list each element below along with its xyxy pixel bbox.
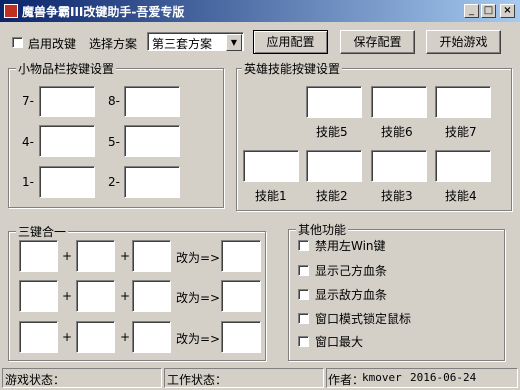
hero-skill-label: 技能6 xyxy=(381,125,413,139)
item-slot-input[interactable] xyxy=(124,166,180,198)
enable-remap-checkbox[interactable] xyxy=(12,37,23,48)
item-slot-input[interactable] xyxy=(39,166,95,198)
change-to-label: 改为=> xyxy=(176,291,221,305)
hero-skill-input[interactable] xyxy=(435,150,491,182)
hero-skill-label: 技能4 xyxy=(445,189,477,203)
hero-skill-input[interactable] xyxy=(371,150,427,182)
title-bar[interactable]: 魔兽争霸III改键助手-吾爱专版 _ □ × xyxy=(0,0,520,22)
scheme-label: 选择方案 xyxy=(89,37,138,51)
combo-key-input[interactable] xyxy=(19,280,58,312)
close-button[interactable]: × xyxy=(500,4,515,18)
other-functions-group-title: 其他功能 xyxy=(296,221,349,238)
hero-skill-input[interactable] xyxy=(371,86,427,118)
maximize-button[interactable]: □ xyxy=(481,4,496,18)
scheme-select-value: 第三套方案 xyxy=(152,37,213,51)
enable-remap-label: 启用改键 xyxy=(28,37,77,51)
hero-skill-label: 技能5 xyxy=(316,125,348,139)
minimize-button[interactable]: _ xyxy=(464,4,479,18)
plus-sign: + xyxy=(120,289,131,303)
disable-left-win-checkbox[interactable] xyxy=(298,240,309,251)
show-ally-hp-label: 显示己方血条 xyxy=(315,264,388,278)
combo-key-input[interactable] xyxy=(19,240,58,272)
window-maximize-checkbox[interactable] xyxy=(298,336,309,347)
hero-skill-input[interactable] xyxy=(243,150,299,182)
item-slot-label: 2- xyxy=(108,175,120,189)
show-enemy-hp-checkbox[interactable] xyxy=(298,289,309,300)
combo-key-input[interactable] xyxy=(19,321,58,353)
author-panel: 作者： kmover 2016-06-24 xyxy=(326,368,518,388)
combo-target-input[interactable] xyxy=(221,280,261,312)
item-slot-label: 1- xyxy=(22,175,34,189)
hero-skill-label: 技能2 xyxy=(316,189,348,203)
window-maximize-label: 窗口最大 xyxy=(315,335,364,349)
lock-mouse-label: 窗口模式锁定鼠标 xyxy=(315,312,412,326)
hero-skill-input[interactable] xyxy=(306,150,362,182)
author-value: kmover xyxy=(362,371,402,384)
change-to-label: 改为=> xyxy=(176,332,221,346)
items-group-title: 小物品栏按键设置 xyxy=(16,60,117,77)
item-slot-label: 7- xyxy=(22,94,34,108)
plus-sign: + xyxy=(62,289,73,303)
plus-sign: + xyxy=(62,330,73,344)
hero-skill-label: 技能1 xyxy=(255,189,287,203)
date-label: 2016-06-24 xyxy=(410,371,477,384)
disable-left-win-label: 禁用左Win键 xyxy=(315,239,386,253)
plus-sign: + xyxy=(120,330,131,344)
hero-skill-label: 技能7 xyxy=(445,125,477,139)
combo-key-input[interactable] xyxy=(132,240,171,272)
hero-skills-group-title: 英雄技能按键设置 xyxy=(242,60,343,77)
item-slot-input[interactable] xyxy=(124,86,180,117)
item-slot-input[interactable] xyxy=(39,86,95,117)
combo-key-input[interactable] xyxy=(132,280,171,312)
item-slot-label: 4- xyxy=(22,135,34,149)
hero-skill-input[interactable] xyxy=(435,86,491,118)
combo-key-input[interactable] xyxy=(132,321,171,353)
item-slot-input[interactable] xyxy=(124,125,180,157)
start-game-button[interactable]: 开始游戏 xyxy=(426,30,501,54)
game-status-panel: 游戏状态： xyxy=(2,368,162,388)
scheme-select[interactable]: 第三套方案 ▼ xyxy=(147,32,244,51)
hero-skill-input[interactable] xyxy=(306,86,362,118)
apply-config-button[interactable]: 应用配置 xyxy=(253,30,328,54)
combo-key-input[interactable] xyxy=(76,240,115,272)
combo-target-input[interactable] xyxy=(221,240,261,272)
show-enemy-hp-label: 显示敌方血条 xyxy=(315,288,388,302)
item-slot-input[interactable] xyxy=(39,125,95,157)
item-slot-label: 8- xyxy=(108,94,120,108)
app-icon xyxy=(4,4,18,18)
chevron-down-icon[interactable]: ▼ xyxy=(226,34,242,51)
plus-sign: + xyxy=(120,249,131,263)
work-status-panel: 工作状态： xyxy=(164,368,324,388)
combo-group-title: 三键合一 xyxy=(16,223,69,240)
hero-skill-label: 技能3 xyxy=(381,189,413,203)
author-label: 作者： xyxy=(328,373,365,387)
combo-key-input[interactable] xyxy=(76,280,115,312)
game-status-label: 游戏状态： xyxy=(5,373,66,387)
work-status-label: 工作状态： xyxy=(167,373,228,387)
lock-mouse-checkbox[interactable] xyxy=(298,313,309,324)
item-slot-label: 5- xyxy=(108,135,120,149)
combo-key-input[interactable] xyxy=(76,321,115,353)
combo-target-input[interactable] xyxy=(221,321,261,353)
window-title: 魔兽争霸III改键助手-吾爱专版 xyxy=(22,5,185,19)
plus-sign: + xyxy=(62,249,73,263)
change-to-label: 改为=> xyxy=(176,251,221,265)
save-config-button[interactable]: 保存配置 xyxy=(340,30,415,54)
show-ally-hp-checkbox[interactable] xyxy=(298,265,309,276)
